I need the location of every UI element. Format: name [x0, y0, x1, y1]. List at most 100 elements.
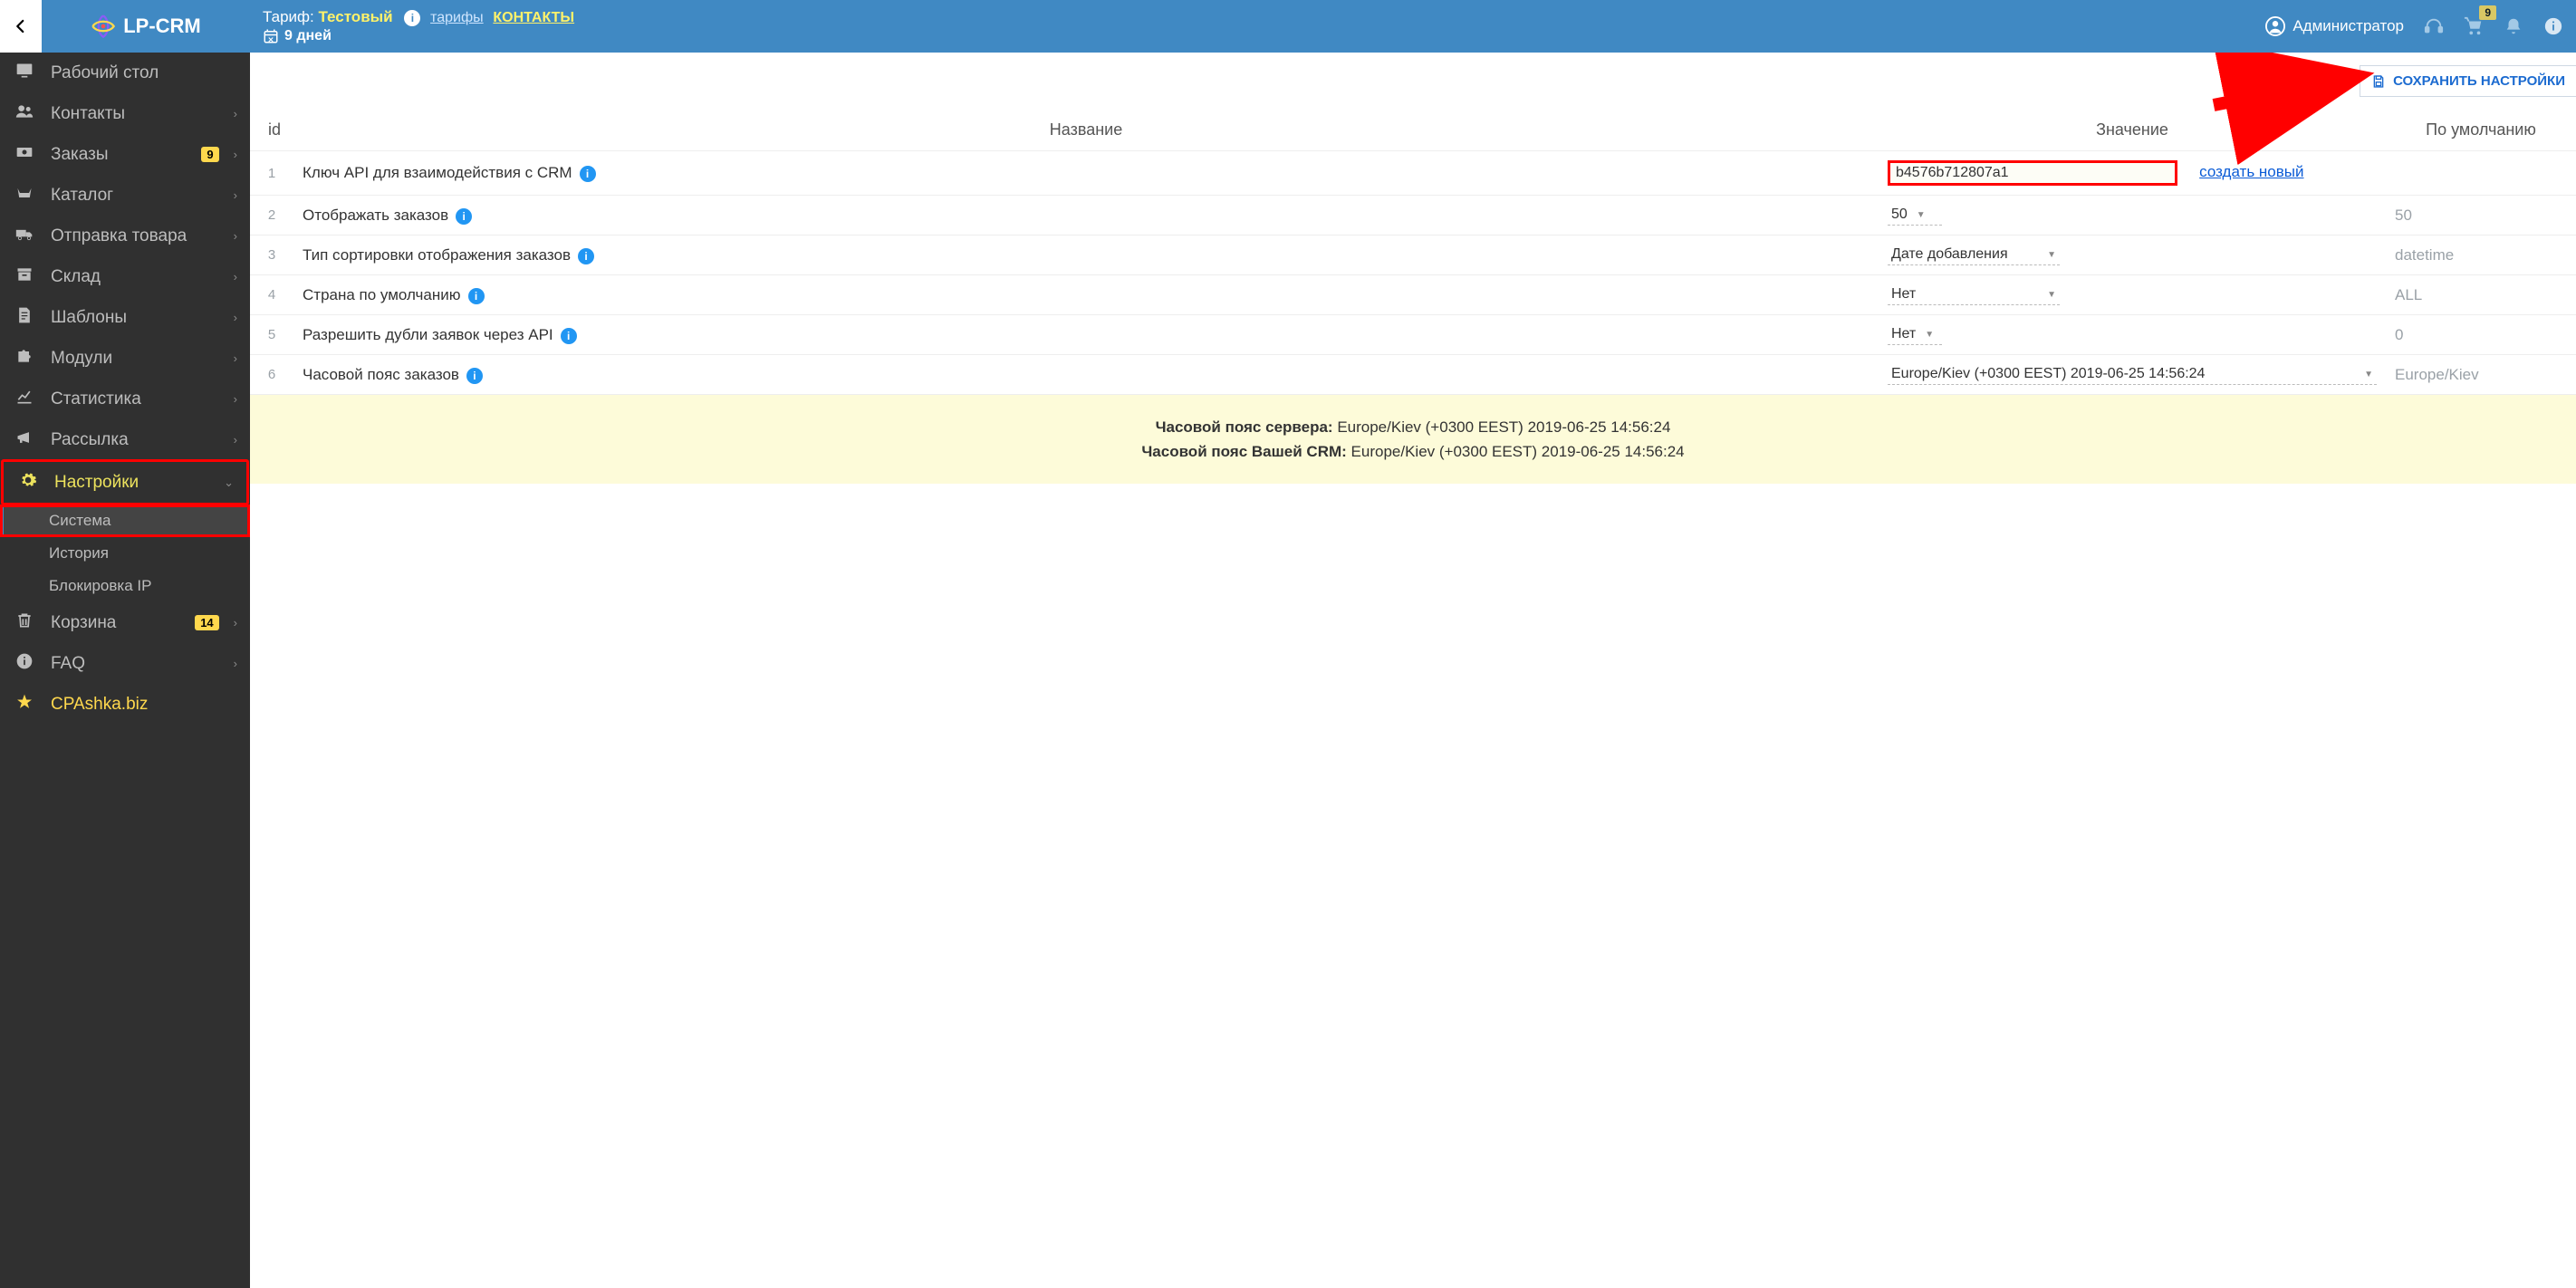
- dropdown-icon: ▼: [2364, 370, 2373, 380]
- row-default: ALL: [2386, 275, 2576, 315]
- table-row: 3 Тип сортировки отображения заказовi Да…: [250, 235, 2576, 275]
- chevron-right-icon: ›: [234, 433, 237, 447]
- nav-shipping[interactable]: Отправка товара ›: [0, 216, 250, 256]
- info-icon[interactable]: i: [456, 208, 472, 225]
- info-icon[interactable]: [2543, 16, 2563, 36]
- support-icon[interactable]: [2424, 16, 2444, 36]
- row-idx: 4: [250, 275, 293, 315]
- country-select[interactable]: Нет▼: [1888, 284, 2060, 305]
- user-block[interactable]: Администратор: [2265, 16, 2404, 36]
- topbar: Тариф: Тестовый i тарифы КОНТАКТЫ 9 дней…: [250, 0, 2576, 53]
- info-icon[interactable]: i: [578, 248, 594, 264]
- settings-table: id Название Значение По умолчанию 1 Ключ…: [250, 110, 2576, 394]
- row-default: 0: [2386, 315, 2576, 355]
- row-name: Часовой пояс заказовi: [293, 355, 1879, 395]
- row-name: Тип сортировки отображения заказовi: [293, 235, 1879, 275]
- nav-orders[interactable]: Заказы 9 ›: [0, 134, 250, 175]
- row-idx: 6: [250, 355, 293, 395]
- nav-dashboard[interactable]: Рабочий стол: [0, 53, 250, 93]
- nav-mailing[interactable]: Рассылка ›: [0, 419, 250, 460]
- dashboard-icon: [13, 62, 36, 84]
- timezone-select[interactable]: Europe/Kiev (+0300 EEST) 2019-06-25 14:5…: [1888, 364, 2377, 385]
- row-idx: 2: [250, 196, 293, 235]
- nav-sub-label: Блокировка IP: [49, 577, 151, 594]
- notice-value-1: Europe/Kiev (+0300 EEST) 2019-06-25 14:5…: [1337, 418, 1670, 436]
- nav-cpashka[interactable]: CPAshka.biz: [0, 684, 250, 725]
- topbar-right: Администратор 9: [2265, 16, 2563, 36]
- nav-label: Контакты: [51, 104, 219, 124]
- bell-icon[interactable]: [2504, 16, 2523, 36]
- cart-badge: 9: [2479, 5, 2496, 20]
- table-row: 5 Разрешить дубли заявок через APIi Нет▼…: [250, 315, 2576, 355]
- row-default: [2386, 151, 2576, 196]
- nav-label: Заказы: [51, 145, 187, 165]
- row-name: Отображать заказовi: [293, 196, 1879, 235]
- nav-sub-system[interactable]: Система: [0, 505, 250, 537]
- nav-warehouse[interactable]: Склад ›: [0, 256, 250, 297]
- th-id: id: [250, 110, 293, 151]
- nav-trash[interactable]: Корзина 14 ›: [0, 602, 250, 643]
- row-value: 50▼: [1879, 196, 2386, 235]
- row-value: Нет▼: [1879, 315, 2386, 355]
- nav-sub-ipblock[interactable]: Блокировка IP: [0, 570, 250, 602]
- tariffs-link[interactable]: тарифы: [430, 10, 484, 25]
- info-icon[interactable]: i: [468, 288, 485, 304]
- nav-catalog[interactable]: Каталог ›: [0, 175, 250, 216]
- allow-duplicates-select[interactable]: Нет▼: [1888, 324, 1942, 345]
- dropdown-icon: ▼: [1925, 330, 1934, 340]
- nav-label: Рабочий стол: [51, 63, 237, 83]
- nav-badge: 14: [195, 615, 218, 630]
- nav: Рабочий стол Контакты › Заказы 9 ›: [0, 53, 250, 725]
- dropdown-icon: ▼: [2047, 250, 2056, 260]
- chevron-right-icon: ›: [234, 392, 237, 406]
- nav-templates[interactable]: Шаблоны ›: [0, 297, 250, 338]
- api-key-value: b4576b712807a1: [1888, 160, 2177, 186]
- orders-count-select[interactable]: 50▼: [1888, 205, 1942, 226]
- nav-contacts[interactable]: Контакты ›: [0, 93, 250, 134]
- info-icon[interactable]: i: [404, 10, 420, 26]
- row-value: Нет▼: [1879, 275, 2386, 315]
- users-icon: [13, 102, 36, 125]
- nav-faq[interactable]: FAQ ›: [0, 643, 250, 684]
- nav-stats[interactable]: Статистика ›: [0, 379, 250, 419]
- logo-icon: [91, 14, 116, 39]
- tariff-value: Тестовый: [318, 8, 392, 25]
- create-new-link[interactable]: создать новый: [2199, 163, 2303, 180]
- back-button[interactable]: [0, 0, 42, 53]
- main: Тариф: Тестовый i тарифы КОНТАКТЫ 9 дней…: [250, 0, 2576, 1288]
- dropdown-icon: ▼: [1917, 210, 1926, 220]
- nav-badge: 9: [201, 147, 218, 162]
- dropdown-icon: ▼: [2047, 290, 2056, 300]
- contacts-link[interactable]: КОНТАКТЫ: [493, 10, 574, 25]
- nav-label: Модули: [51, 349, 219, 369]
- save-row: СОХРАНИТЬ НАСТРОЙКИ: [250, 53, 2576, 110]
- nav-label: Настройки: [54, 473, 209, 493]
- nav-label: Шаблоны: [51, 308, 219, 328]
- chart-icon: [13, 388, 36, 410]
- info-icon[interactable]: i: [466, 368, 483, 384]
- nav-label: Каталог: [51, 186, 219, 206]
- chevron-right-icon: ›: [234, 351, 237, 365]
- save-icon: [2371, 74, 2386, 89]
- nav-sub-history[interactable]: История: [0, 537, 250, 570]
- chevron-down-icon: ⌄: [224, 476, 234, 490]
- archive-icon: [13, 265, 36, 288]
- save-settings-button[interactable]: СОХРАНИТЬ НАСТРОЙКИ: [2360, 65, 2576, 97]
- nav-settings-sub: Система История Блокировка IP: [0, 505, 250, 602]
- brand-logo[interactable]: LP-CRM: [42, 0, 250, 53]
- info-icon[interactable]: i: [580, 166, 596, 182]
- sort-type-select[interactable]: Дате добавления▼: [1888, 245, 2060, 265]
- user-icon: [2265, 16, 2285, 36]
- puzzle-icon: [13, 347, 36, 370]
- info-icon[interactable]: i: [561, 328, 577, 344]
- table-row: 1 Ключ API для взаимодействия с CRMi b45…: [250, 151, 2576, 196]
- table-row: 6 Часовой пояс заказовi Europe/Kiev (+03…: [250, 355, 2576, 395]
- cart-icon[interactable]: 9: [2464, 16, 2484, 36]
- calendar-icon: [263, 28, 279, 44]
- chevron-right-icon: ›: [234, 229, 237, 243]
- nav-settings[interactable]: Настройки ⌄: [1, 459, 249, 505]
- nav-label: Склад: [51, 267, 219, 287]
- content: СОХРАНИТЬ НАСТРОЙКИ id Название Значение…: [250, 53, 2576, 1288]
- nav-modules[interactable]: Модули ›: [0, 338, 250, 379]
- bullhorn-icon: [13, 428, 36, 451]
